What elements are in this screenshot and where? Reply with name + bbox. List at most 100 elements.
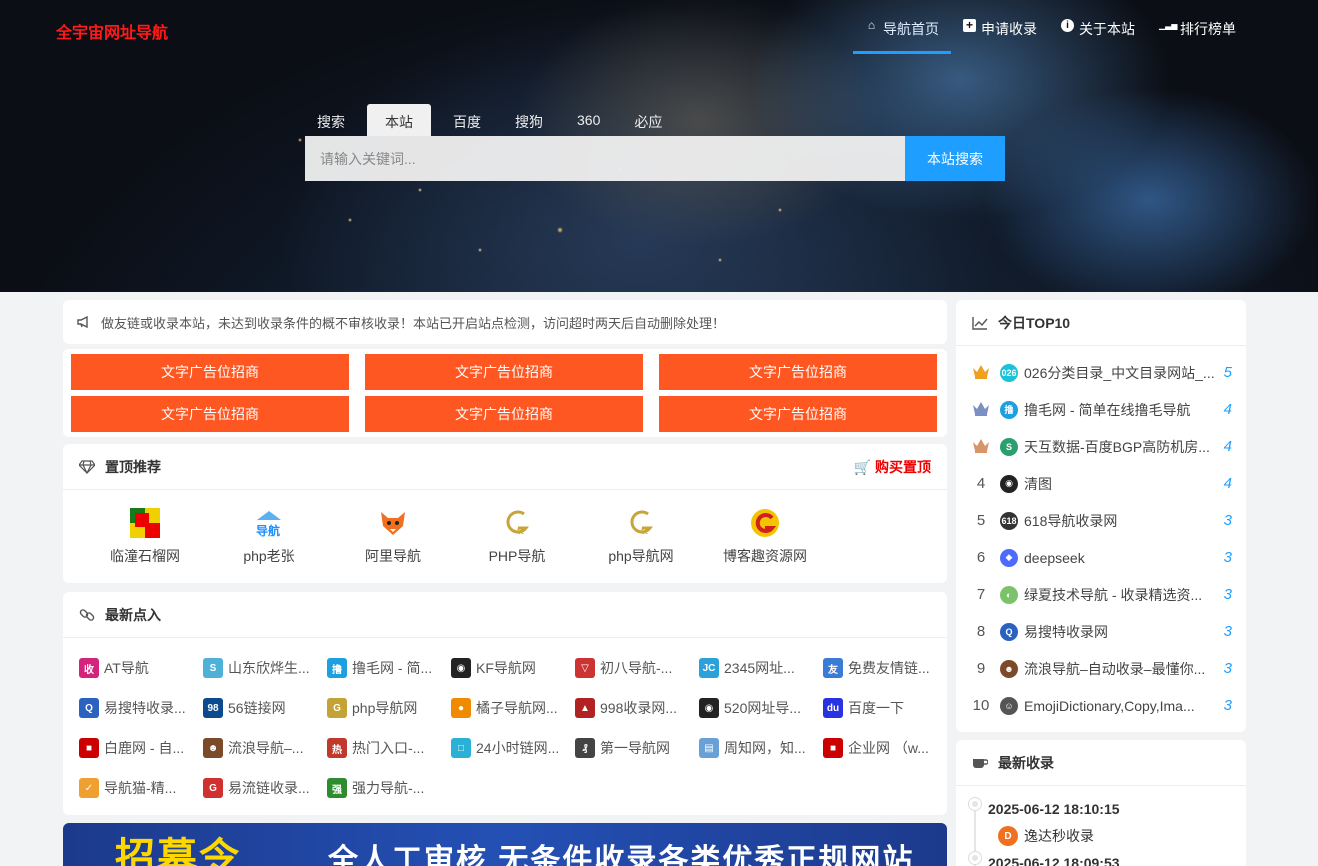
- pinned-site[interactable]: 博客趣资源网: [703, 508, 827, 566]
- site-logo[interactable]: 全宇宙网址导航: [56, 19, 168, 43]
- latest-site-link[interactable]: JC 2345网址...: [699, 648, 823, 688]
- php-g-logo-icon: tt: [502, 508, 532, 538]
- latest-site-link[interactable]: ▤ 周知网，知...: [699, 728, 823, 768]
- latest-site-link[interactable]: 98 56链接网: [203, 688, 327, 728]
- top10-row[interactable]: 撸撸毛网 - 简单在线撸毛导航 4: [970, 391, 1232, 428]
- latest-site-link[interactable]: 收 AT导航: [79, 648, 203, 688]
- recent-title: 最新收录: [998, 754, 1054, 771]
- rank-number: 10: [972, 697, 990, 714]
- search-tab-360[interactable]: 360: [565, 104, 612, 136]
- text-ad-slot[interactable]: 文字广告位招商: [71, 354, 349, 390]
- recent-included-card: 最新收录 2025-06-12 18:10:15 D 逸达秒收录 2025-06…: [956, 740, 1246, 866]
- latest-site-link[interactable]: ✓ 导航猫-精...: [79, 768, 203, 808]
- timeline-dot: [969, 798, 981, 810]
- site-favicon-icon: ◉: [699, 698, 719, 718]
- top10-row[interactable]: 7 ◐ 绿夏技术导航 - 收录精选资... 3: [970, 576, 1232, 613]
- latest-site-link[interactable]: 撸撸毛网 - 简...: [327, 648, 451, 688]
- site-favicon-icon: 618: [1000, 511, 1018, 530]
- latest-site-link[interactable]: Q 易搜特收录...: [79, 688, 203, 728]
- info-circle-icon: i: [1061, 19, 1074, 32]
- text-ad-slot[interactable]: 文字广告位招商: [71, 396, 349, 432]
- latest-site-name: 撸毛网 - 简...: [352, 660, 433, 676]
- site-favicon-icon: Q: [79, 698, 99, 718]
- search-button[interactable]: 本站搜索: [905, 136, 1005, 181]
- latest-site-link[interactable]: ▲ 998收录网...: [575, 688, 699, 728]
- latest-site-name: 流浪导航–...: [228, 740, 304, 756]
- site-favicon-icon: 撸: [1000, 400, 1018, 419]
- top10-visit-count: 4: [1223, 401, 1232, 418]
- nav-home[interactable]: ⌂ 导航首页: [853, 0, 951, 54]
- text-ad-slot[interactable]: 文字广告位招商: [365, 396, 643, 432]
- latest-site-link[interactable]: 热热门入口-...: [327, 728, 451, 768]
- site-favicon-icon: ☻: [1000, 659, 1018, 678]
- pinned-title: 置顶推荐: [105, 458, 161, 475]
- latest-site-link[interactable]: ◉ KF导航网: [451, 648, 575, 688]
- latest-site-link[interactable]: 友免费友情链...: [823, 648, 947, 688]
- latest-site-link[interactable]: ● 橘子导航网...: [451, 688, 575, 728]
- site-favicon-icon: 友: [823, 658, 843, 678]
- latest-site-link[interactable]: du 百度一下: [823, 688, 947, 728]
- search-tab-bing[interactable]: 必应: [622, 104, 674, 136]
- search-input[interactable]: [305, 136, 905, 181]
- top10-row[interactable]: 8 Q 易搜特收录网 3: [970, 613, 1232, 650]
- buy-pin-link[interactable]: 🛒 购买置顶: [854, 457, 931, 477]
- site-favicon-icon: G: [203, 778, 223, 798]
- latest-site-link[interactable]: ▽ 初八导航-...: [575, 648, 699, 688]
- top10-row[interactable]: S 天互数据-百度BGP高防机房... 4: [970, 428, 1232, 465]
- latest-site-link[interactable]: S 山东欣烨生...: [203, 648, 327, 688]
- search-tab-site[interactable]: 本站: [367, 104, 431, 136]
- top10-row[interactable]: 9 ☻ 流浪导航–自动收录–最懂你... 3: [970, 650, 1232, 687]
- plus-square-icon: +: [963, 19, 976, 32]
- recruit-banner[interactable]: 招募令 全人工审核 无条件收录各类优秀正规网站: [63, 823, 947, 866]
- signal-bars-icon: ▁▃▅: [1159, 21, 1178, 30]
- top10-row[interactable]: 4 ◉ 清图 4: [970, 465, 1232, 502]
- rank-number: 7: [976, 586, 986, 603]
- coffee-cup-icon: [973, 758, 988, 768]
- site-favicon-icon: 撸: [327, 658, 347, 678]
- nav-ranking[interactable]: ▁▃▅ 排行榜单: [1147, 0, 1248, 54]
- top10-row[interactable]: 026 026分类目录_中文目录网站_... 5: [970, 354, 1232, 391]
- pinned-site[interactable]: tt php导航网: [579, 508, 703, 566]
- site-favicon-icon: ▤: [699, 738, 719, 758]
- text-ad-slot[interactable]: 文字广告位招商: [659, 396, 937, 432]
- top10-visit-count: 3: [1223, 512, 1232, 529]
- top10-row[interactable]: 5 618 618导航收录网 3: [970, 502, 1232, 539]
- top10-visit-count: 4: [1223, 438, 1232, 455]
- nav-about[interactable]: i 关于本站: [1049, 0, 1147, 54]
- latest-site-link[interactable]: ◉ 520网址导...: [699, 688, 823, 728]
- search-tab-sogou[interactable]: 搜狗: [503, 104, 555, 136]
- pinned-recommend-card: 置顶推荐 🛒 购买置顶 临潼石榴网 导航 php老张 阿里导航 tt PHP导航…: [63, 444, 947, 583]
- latest-site-link[interactable]: □ 24小时链网...: [451, 728, 575, 768]
- top10-row[interactable]: 6 ◆ deepseek 3: [970, 539, 1232, 576]
- top10-site-title: 流浪导航–自动收录–最懂你...: [1024, 660, 1206, 677]
- bullhorn-icon: [77, 315, 88, 329]
- latest-site-link[interactable]: ■ 企业网 （w...: [823, 728, 947, 768]
- search-engine-tabs: 搜索 本站 百度 搜狗 360 必应: [305, 104, 684, 136]
- latest-site-link[interactable]: 强强力导航-...: [327, 768, 451, 808]
- banner-right-text: 全人工审核 无条件收录各类优秀正规网站: [328, 844, 915, 866]
- top10-visit-count: 3: [1223, 660, 1232, 677]
- latest-site-link[interactable]: Gphp导航网: [327, 688, 451, 728]
- latest-site-link[interactable]: ■ 白鹿网 - 自...: [79, 728, 203, 768]
- latest-site-link[interactable]: ☻ 流浪导航–...: [203, 728, 327, 768]
- site-favicon-icon: 收: [79, 658, 99, 678]
- pinned-site[interactable]: 导航 php老张: [207, 508, 331, 566]
- nav-apply[interactable]: + 申请收录: [951, 0, 1049, 54]
- pinned-site[interactable]: tt PHP导航: [455, 508, 579, 566]
- latest-site-link[interactable]: G 易流链收录...: [203, 768, 327, 808]
- top10-site-title: 易搜特收录网: [1024, 623, 1108, 640]
- text-ad-slot[interactable]: 文字广告位招商: [365, 354, 643, 390]
- top10-row[interactable]: 10 ☺ EmojiDictionary,Copy,Ima... 3: [970, 687, 1232, 724]
- top10-site-title: 天互数据-百度BGP高防机房...: [1024, 438, 1210, 455]
- latest-site-name: 周知网，知...: [724, 740, 806, 756]
- pinned-site[interactable]: 临潼石榴网: [83, 508, 207, 566]
- search-tab-baidu[interactable]: 百度: [441, 104, 493, 136]
- text-ad-slot[interactable]: 文字广告位招商: [659, 354, 937, 390]
- crown-icon: [970, 399, 992, 421]
- search-tab-search[interactable]: 搜索: [305, 104, 357, 136]
- latest-site-link[interactable]: ₰ 第一导航网: [575, 728, 699, 768]
- timeline-site[interactable]: D 逸达秒收录: [988, 820, 1246, 852]
- pinned-site-name: 临潼石榴网: [110, 548, 180, 564]
- latest-visits-title: 最新点入: [105, 606, 161, 623]
- pinned-site[interactable]: 阿里导航: [331, 508, 455, 566]
